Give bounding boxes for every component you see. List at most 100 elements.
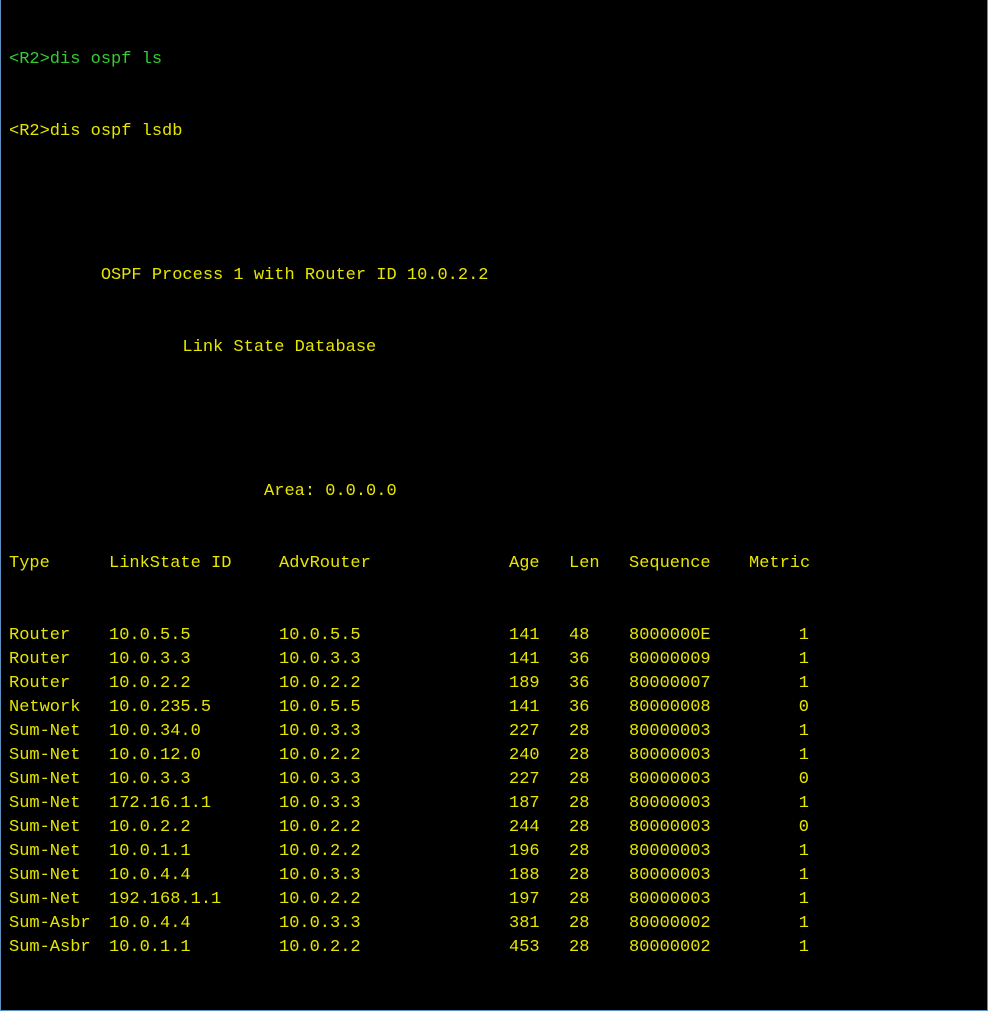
- cell-type: Sum-Net: [9, 888, 109, 912]
- col-len-header: Len: [569, 552, 629, 576]
- cell-len: 28: [569, 768, 629, 792]
- cell-age: 453: [509, 936, 569, 960]
- cell-adv: 10.0.2.2: [279, 888, 509, 912]
- cell-len: 28: [569, 792, 629, 816]
- lsdb-header: Link State Database: [9, 336, 987, 360]
- cell-type: Router: [9, 672, 109, 696]
- cell-seq: 8000000E: [629, 624, 749, 648]
- cell-metric: 1: [749, 912, 809, 936]
- cell-metric: 1: [749, 720, 809, 744]
- cell-lsid: 10.0.4.4: [109, 864, 279, 888]
- cell-adv: 10.0.3.3: [279, 912, 509, 936]
- cell-metric: 1: [749, 792, 809, 816]
- cell-age: 240: [509, 744, 569, 768]
- cell-lsid: 10.0.2.2: [109, 672, 279, 696]
- cell-adv: 10.0.3.3: [279, 864, 509, 888]
- cell-lsid: 10.0.2.2: [109, 816, 279, 840]
- table-header-row: TypeLinkState IDAdvRouterAgeLenSequenceM…: [9, 552, 987, 576]
- cell-adv: 10.0.2.2: [279, 672, 509, 696]
- table-row: Sum-Net172.16.1.110.0.3.318728800000031: [9, 792, 987, 816]
- cell-lsid: 10.0.4.4: [109, 912, 279, 936]
- cell-type: Sum-Net: [9, 768, 109, 792]
- prompt-line: <R2>dis ospf lsdb: [9, 120, 987, 144]
- blank-line: [9, 192, 987, 216]
- cell-age: 141: [509, 624, 569, 648]
- cell-lsid: 10.0.1.1: [109, 936, 279, 960]
- cell-lsid: 10.0.1.1: [109, 840, 279, 864]
- cell-len: 28: [569, 888, 629, 912]
- cell-len: 36: [569, 672, 629, 696]
- cell-type: Sum-Asbr: [9, 936, 109, 960]
- cell-type: Network: [9, 696, 109, 720]
- cell-adv: 10.0.2.2: [279, 936, 509, 960]
- col-adv-header: AdvRouter: [279, 552, 509, 576]
- cell-adv: 10.0.5.5: [279, 696, 509, 720]
- cell-age: 189: [509, 672, 569, 696]
- cell-len: 36: [569, 696, 629, 720]
- col-type-header: Type: [9, 552, 109, 576]
- cell-len: 48: [569, 624, 629, 648]
- cell-adv: 10.0.3.3: [279, 720, 509, 744]
- prompt-line-prev: <R2>dis ospf ls: [9, 48, 987, 72]
- cell-type: Sum-Net: [9, 840, 109, 864]
- table-row: Router10.0.5.510.0.5.5141488000000E1: [9, 624, 987, 648]
- cell-len: 28: [569, 840, 629, 864]
- cell-lsid: 10.0.3.3: [109, 768, 279, 792]
- cell-lsid: 10.0.5.5: [109, 624, 279, 648]
- cell-age: 381: [509, 912, 569, 936]
- cell-seq: 80000003: [629, 744, 749, 768]
- cell-lsid: 10.0.12.0: [109, 744, 279, 768]
- cell-len: 28: [569, 864, 629, 888]
- cell-age: 227: [509, 768, 569, 792]
- cell-metric: 1: [749, 648, 809, 672]
- cell-len: 36: [569, 648, 629, 672]
- cell-age: 188: [509, 864, 569, 888]
- cell-seq: 80000003: [629, 816, 749, 840]
- cell-len: 28: [569, 912, 629, 936]
- cell-seq: 80000003: [629, 720, 749, 744]
- cell-seq: 80000003: [629, 888, 749, 912]
- col-seq-header: Sequence: [629, 552, 749, 576]
- cell-len: 28: [569, 720, 629, 744]
- cell-len: 28: [569, 816, 629, 840]
- cell-adv: 10.0.3.3: [279, 768, 509, 792]
- cell-age: 197: [509, 888, 569, 912]
- cell-adv: 10.0.2.2: [279, 816, 509, 840]
- table-row: Sum-Net10.0.34.010.0.3.322728800000031: [9, 720, 987, 744]
- col-lsid-header: LinkState ID: [109, 552, 279, 576]
- cell-type: Router: [9, 624, 109, 648]
- col-metric-header: Metric: [749, 552, 809, 576]
- table-row: Sum-Net10.0.2.210.0.2.224428800000030: [9, 816, 987, 840]
- cell-metric: 0: [749, 816, 809, 840]
- cell-metric: 1: [749, 936, 809, 960]
- table-row: Sum-Net192.168.1.110.0.2.219728800000031: [9, 888, 987, 912]
- table-row: Sum-Net10.0.3.310.0.3.322728800000030: [9, 768, 987, 792]
- cell-metric: 1: [749, 624, 809, 648]
- cell-adv: 10.0.5.5: [279, 624, 509, 648]
- table-row: Sum-Asbr10.0.1.110.0.2.245328800000021: [9, 936, 987, 960]
- table-row: Sum-Net10.0.4.410.0.3.318828800000031: [9, 864, 987, 888]
- ospf-process-header: OSPF Process 1 with Router ID 10.0.2.2: [9, 264, 987, 288]
- cell-seq: 80000003: [629, 792, 749, 816]
- cell-type: Sum-Net: [9, 792, 109, 816]
- cell-seq: 80000003: [629, 768, 749, 792]
- cell-age: 227: [509, 720, 569, 744]
- cell-age: 244: [509, 816, 569, 840]
- col-age-header: Age: [509, 552, 569, 576]
- cell-metric: 0: [749, 696, 809, 720]
- cell-seq: 80000009: [629, 648, 749, 672]
- cell-adv: 10.0.2.2: [279, 744, 509, 768]
- table-row: Sum-Net10.0.1.110.0.2.219628800000031: [9, 840, 987, 864]
- cell-seq: 80000002: [629, 912, 749, 936]
- terminal-output[interactable]: <R2>dis ospf ls <R2>dis ospf lsdb OSPF P…: [1, 0, 987, 1010]
- area0-label: Area: 0.0.0.0: [9, 480, 987, 504]
- cell-seq: 80000002: [629, 936, 749, 960]
- table-row: Sum-Asbr10.0.4.410.0.3.338128800000021: [9, 912, 987, 936]
- cell-seq: 80000003: [629, 840, 749, 864]
- blank-line: [9, 408, 987, 432]
- cell-metric: 1: [749, 672, 809, 696]
- cell-metric: 0: [749, 768, 809, 792]
- cell-type: Sum-Net: [9, 720, 109, 744]
- cell-age: 196: [509, 840, 569, 864]
- cell-lsid: 10.0.235.5: [109, 696, 279, 720]
